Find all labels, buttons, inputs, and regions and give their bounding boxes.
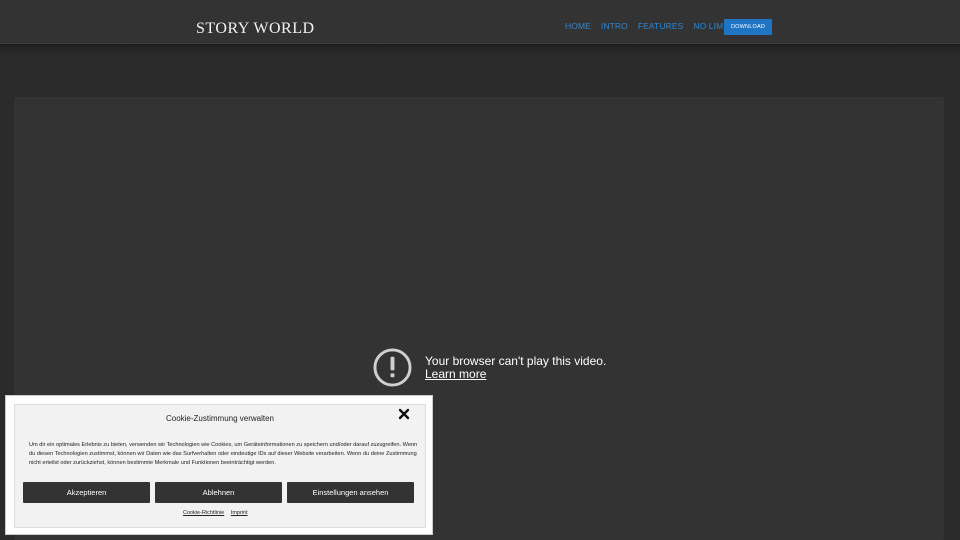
video-error-message: Your browser can't play this video. Lear… [373,348,606,387]
main-nav: HOME INTRO FEATURES NO LIMITS [565,19,747,33]
logo[interactable]: Story World [196,19,315,39]
accept-button[interactable]: Akzeptieren [23,482,150,503]
nav-home[interactable]: HOME [565,19,591,33]
download-button[interactable]: DOWNLOAD [724,19,772,35]
page: Story World HOME INTRO FEATURES NO LIMIT… [0,0,960,540]
cookie-title: Cookie-Zustimmung verwalten [165,414,275,423]
video-error-text: Your browser can't play this video. [425,354,607,368]
cookie-policy-link[interactable]: Cookie-Richtlinie [183,510,224,516]
nav-features[interactable]: FEATURES [638,19,684,33]
nav-intro[interactable]: INTRO [601,19,628,33]
learn-more-link[interactable]: Learn more [425,368,606,380]
header-shadow [0,44,960,54]
deny-button[interactable]: Ablehnen [155,482,282,503]
view-settings-button[interactable]: Einstellungen ansehen [287,482,414,503]
close-icon[interactable] [398,408,410,420]
site-header: Story World HOME INTRO FEATURES NO LIMIT… [0,0,960,44]
cookie-description: Um dir ein optimales Erlebnis zu bieten,… [29,442,418,466]
exclamation-icon [373,348,412,387]
cookie-links: Cookie-Richtlinie Imprint [183,510,253,516]
imprint-link[interactable]: Imprint [231,510,248,516]
